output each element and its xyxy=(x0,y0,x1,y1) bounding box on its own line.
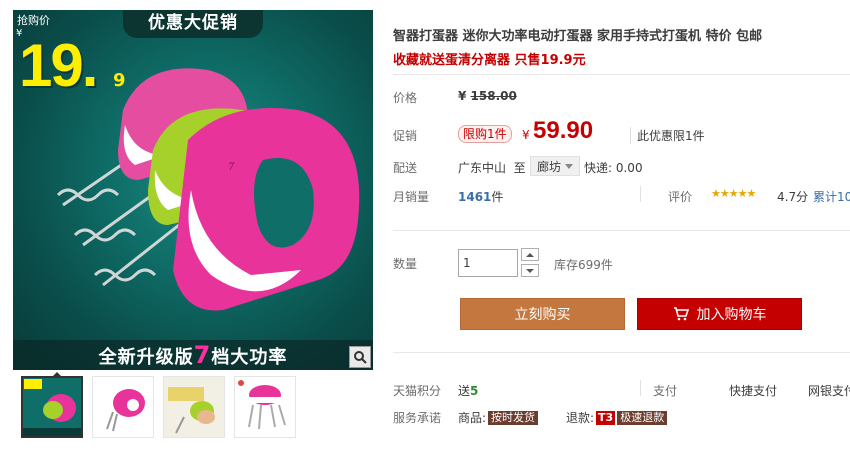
points-value: 送5 xyxy=(458,382,478,399)
promo-badge: 抢购价 xyxy=(17,14,50,27)
review-count-link[interactable]: 累计10 xyxy=(813,188,850,205)
thumbnail-4[interactable] xyxy=(234,376,296,438)
banner-bottom: 全新升级版7档大功率 xyxy=(13,340,373,370)
rating-label: 评价 xyxy=(668,190,693,204)
stock-count: 库存699件 xyxy=(554,258,613,272)
add-to-cart-label: 加入购物车 xyxy=(696,307,767,323)
service-goods-tag[interactable]: 按时发货 xyxy=(488,410,539,425)
original-price-value: 158.00 xyxy=(470,89,517,103)
star-rating-icon: ★★★★★ xyxy=(711,187,756,200)
service-refund: 退款: T3 极速退款 xyxy=(566,409,668,426)
limit-tag: 限购1件 xyxy=(458,125,512,143)
divider xyxy=(393,352,850,353)
price-label: 价格 xyxy=(393,91,418,105)
t3-badge: T3 xyxy=(596,410,616,425)
divider xyxy=(640,380,641,396)
thumb-image-2 xyxy=(106,389,145,432)
divider xyxy=(393,230,850,231)
thumbnail-strip xyxy=(13,372,373,448)
chevron-down-icon xyxy=(526,268,534,273)
buy-now-button[interactable]: 立刻购买 xyxy=(460,298,625,330)
divider xyxy=(393,74,850,75)
svg-text:7: 7 xyxy=(228,162,235,173)
product-title: 智器打蛋器 迷你大功率电动打蛋器 家用手持式打蛋机 特价 包邮 xyxy=(393,29,763,44)
main-product-image[interactable]: 7 抢购价 优惠大促销 ¥ 19. 9 全新升级版7档大功率 xyxy=(13,10,373,370)
original-price: ¥ 158.00 xyxy=(458,89,517,103)
payment-bank: 网银支付 xyxy=(808,384,850,398)
thumb-image-1 xyxy=(23,378,81,436)
service-refund-tag[interactable]: 极速退款 xyxy=(617,410,668,425)
divider xyxy=(640,186,641,202)
monthly-sales: 1461件 xyxy=(458,188,503,205)
rating-score: 4.7分 xyxy=(777,190,809,204)
original-price-yen: ¥ xyxy=(458,89,467,103)
service-goods: 商品: 按时发货 xyxy=(458,409,539,426)
zoom-button[interactable] xyxy=(349,346,371,368)
promo-price: 59.90 xyxy=(533,117,594,144)
service-label: 服务承诺 xyxy=(393,411,442,425)
banner-top: 优惠大促销 xyxy=(123,10,263,38)
promo-note: 此优惠限1件 xyxy=(630,127,705,144)
shipping-destination: 廊坊 xyxy=(537,159,562,174)
banner-bottom-pre: 全新升级版 xyxy=(98,347,194,368)
big-price-decimal: 9 xyxy=(113,70,126,91)
quantity-increase-button[interactable] xyxy=(521,248,539,261)
shipping-from: 广东中山 xyxy=(458,161,507,175)
shipping-label: 配送 xyxy=(393,161,418,175)
promo-price-yen: ¥ xyxy=(522,128,530,142)
banner-bottom-post: 档大功率 xyxy=(211,347,288,368)
quantity-label: 数量 xyxy=(393,257,418,271)
shipping-origin: 广东中山 至 xyxy=(458,159,526,176)
thumb-image-3 xyxy=(164,377,224,437)
payment-label: 支付 xyxy=(653,384,678,398)
service-refund-label: 退款: xyxy=(566,411,595,425)
chevron-down-icon xyxy=(565,163,574,169)
sales-count: 1461 xyxy=(458,190,492,204)
promo-label: 促销 xyxy=(393,129,418,143)
service-goods-label: 商品: xyxy=(458,411,487,425)
points-number: 5 xyxy=(470,384,479,398)
big-price: 19. xyxy=(19,32,98,99)
shipping-destination-select[interactable]: 廊坊 xyxy=(530,156,581,176)
quantity-decrease-button[interactable] xyxy=(521,264,539,277)
points-label: 天猫积分 xyxy=(393,384,442,398)
shipping-fee: 快递: 0.00 xyxy=(584,161,643,175)
add-to-cart-button[interactable]: 加入购物车 xyxy=(637,298,802,330)
thumbnail-2[interactable] xyxy=(92,376,154,438)
quantity-input[interactable]: 1 xyxy=(458,249,518,277)
magnifier-icon xyxy=(354,351,367,364)
sales-unit: 件 xyxy=(491,190,504,204)
product-subtitle: 收藏就送蛋清分离器 只售19.9元 xyxy=(393,53,586,68)
banner-bottom-highlight: 7 xyxy=(193,341,212,369)
thumbnail-3[interactable] xyxy=(163,376,225,438)
shipping-to-label: 至 xyxy=(513,161,526,175)
points-prefix: 送 xyxy=(458,384,471,398)
payment-quick: 快捷支付 xyxy=(729,384,778,398)
thumbnail-1[interactable] xyxy=(21,376,83,438)
thumb-image-4 xyxy=(238,380,286,430)
sales-label: 月销量 xyxy=(393,190,430,204)
cart-icon xyxy=(673,307,689,321)
chevron-up-icon xyxy=(526,252,534,257)
